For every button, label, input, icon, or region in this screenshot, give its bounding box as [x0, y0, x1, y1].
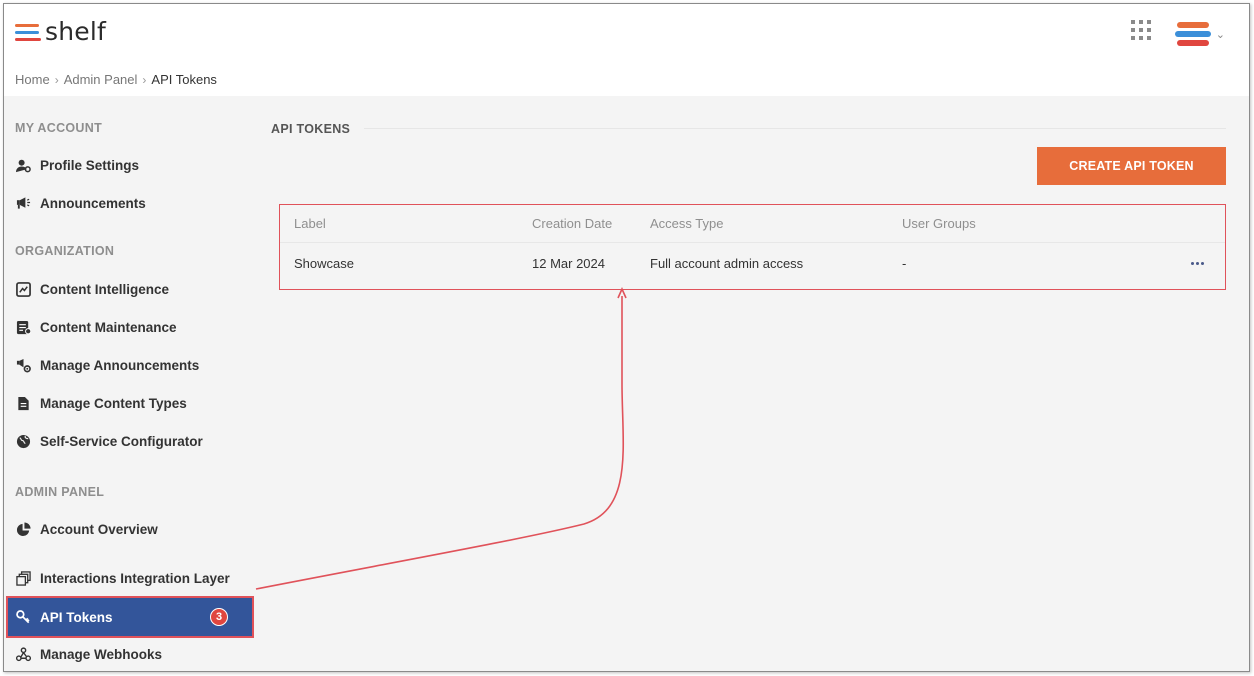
sidebar-item-interactions-integration-layer[interactable]: Interactions Integration Layer	[15, 570, 230, 586]
column-header-creation-date[interactable]: Creation Date	[532, 216, 612, 231]
sidebar-item-label: Interactions Integration Layer	[40, 570, 230, 586]
breadcrumb-home[interactable]: Home	[15, 72, 50, 87]
shelf-logo-icon	[15, 21, 41, 43]
sidebar-item-content-maintenance[interactable]: Content Maintenance	[15, 319, 177, 335]
title-divider	[271, 128, 1226, 129]
sidebar-item-label: Content Maintenance	[40, 319, 177, 335]
content-area: MY ACCOUNT Profile Settings Announcement…	[4, 96, 1249, 671]
main-panel: API TOKENS CREATE API TOKEN Label Creati…	[271, 96, 1226, 671]
breadcrumb-admin-panel[interactable]: Admin Panel	[64, 72, 138, 87]
sidebar-item-label: API Tokens	[40, 609, 113, 625]
sidebar-item-profile-settings[interactable]: Profile Settings	[15, 157, 139, 173]
step-badge: 3	[210, 608, 228, 626]
sidebar-item-manage-content-types[interactable]: Manage Content Types	[15, 395, 187, 411]
section-title-my-account: MY ACCOUNT	[15, 121, 103, 135]
breadcrumb: Home › Admin Panel › API Tokens	[15, 72, 217, 87]
cell-user-groups: -	[902, 255, 907, 271]
sidebar-item-self-service-configurator[interactable]: Self-Service Configurator	[15, 433, 203, 449]
sidebar-item-manage-announcements[interactable]: Manage Announcements	[15, 357, 199, 373]
pie-chart-icon	[15, 521, 31, 537]
account-menu-button[interactable]: ⌄	[1175, 14, 1225, 50]
sidebar-item-account-overview[interactable]: Account Overview	[15, 521, 158, 537]
sidebar-item-label: Manage Webhooks	[40, 646, 163, 662]
api-tokens-table: Label Creation Date Access Type User Gro…	[279, 204, 1226, 290]
sidebar: MY ACCOUNT Profile Settings Announcement…	[4, 96, 254, 671]
column-header-user-groups[interactable]: User Groups	[902, 216, 976, 231]
sidebar-item-label: Announcements	[40, 195, 146, 211]
column-header-label[interactable]: Label	[294, 216, 326, 231]
breadcrumb-separator: ›	[54, 72, 59, 87]
breadcrumb-current: API Tokens	[151, 72, 217, 87]
create-api-token-button[interactable]: CREATE API TOKEN	[1037, 147, 1226, 185]
sidebar-item-label: Manage Announcements	[40, 357, 200, 373]
sidebar-item-manage-webhooks[interactable]: Manage Webhooks	[15, 646, 162, 662]
shelf-brand-icon	[1177, 22, 1209, 28]
breadcrumb-separator: ›	[142, 72, 147, 87]
sidebar-item-announcements[interactable]: Announcements	[15, 195, 146, 211]
layers-icon	[15, 570, 31, 586]
chevron-down-icon: ⌄	[1215, 29, 1225, 41]
globe-icon	[15, 433, 31, 449]
column-header-access-type[interactable]: Access Type	[650, 216, 723, 231]
checklist-icon	[15, 319, 31, 335]
page-title: API TOKENS	[271, 122, 365, 136]
section-title-organization: ORGANIZATION	[15, 244, 115, 258]
document-icon	[15, 395, 31, 411]
table-header: Label Creation Date Access Type User Gro…	[280, 205, 1225, 243]
sidebar-item-label: Content Intelligence	[40, 281, 170, 297]
cell-access-type: Full account admin access	[650, 255, 804, 271]
megaphone-settings-icon	[15, 357, 31, 373]
sidebar-item-label: Account Overview	[40, 521, 158, 537]
apps-grid-icon[interactable]	[1131, 20, 1151, 40]
more-horizontal-icon[interactable]	[1191, 256, 1207, 270]
top-bar: shelf ⌄	[4, 4, 1249, 62]
analytics-icon	[15, 281, 31, 297]
logo-text: shelf	[45, 17, 106, 46]
megaphone-icon	[15, 195, 31, 211]
shelf-logo[interactable]: shelf	[15, 17, 106, 46]
table-row[interactable]: Showcase 12 Mar 2024 Full account admin …	[280, 243, 1225, 283]
app-window: shelf ⌄ Home › Admin Panel › API Tokens …	[3, 3, 1250, 672]
sidebar-item-label: Profile Settings	[40, 157, 140, 173]
key-icon	[15, 609, 31, 625]
cell-creation-date: 12 Mar 2024	[532, 255, 605, 271]
section-title-admin-panel: ADMIN PANEL	[15, 485, 105, 499]
sidebar-item-label: Self-Service Configurator	[40, 433, 203, 449]
user-settings-icon	[15, 157, 31, 173]
webhook-icon	[15, 646, 31, 662]
sidebar-item-content-intelligence[interactable]: Content Intelligence	[15, 281, 169, 297]
sidebar-item-label: Manage Content Types	[40, 395, 187, 411]
sidebar-item-api-tokens[interactable]: API Tokens 3	[6, 596, 254, 638]
cell-label: Showcase	[294, 255, 354, 271]
